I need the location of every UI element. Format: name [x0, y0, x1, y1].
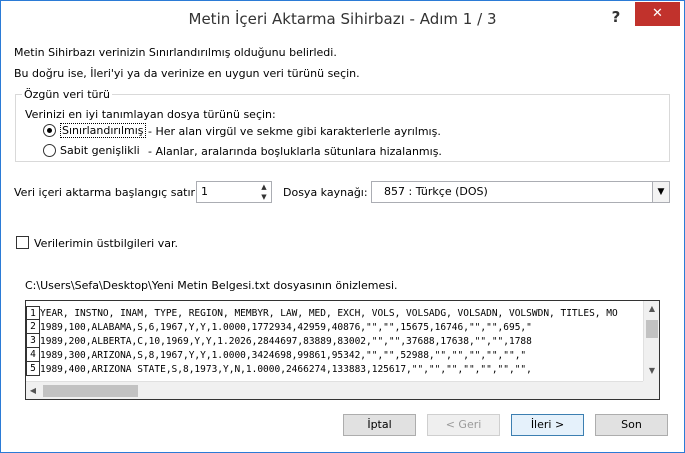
preview-pane[interactable]: 1 2 3 4 5 YEAR, INSTNO, INAM, TYPE, REGI… [25, 300, 660, 400]
delimited-description: - Her alan virgül ve sekme gibi karakter… [148, 125, 441, 138]
back-button[interactable]: < Geri [427, 414, 500, 436]
headers-checkbox-label[interactable]: Verilerimin üstbilgileri var. [34, 237, 178, 250]
next-button[interactable]: İleri > [511, 414, 584, 436]
preview-lines: YEAR, INSTNO, INAM, TYPE, REGION, MEMBYR… [40, 307, 643, 377]
text-import-wizard-dialog: Metin İçeri Aktarma Sihirbazı - Adım 1 /… [0, 0, 685, 453]
delimited-radio-label[interactable]: Sınırlandırılmış [60, 123, 146, 138]
preview-line: 1989,200,ALBERTA,C,10,1969,Y,Y,1.2026,28… [40, 336, 532, 347]
scroll-down-icon[interactable]: ▼ [644, 363, 659, 379]
start-row-spinner[interactable]: 1 ▲ ▼ [196, 181, 272, 203]
horizontal-scroll-thumb[interactable] [43, 385, 138, 397]
file-origin-label: Dosya kaynağı: [283, 186, 368, 199]
file-origin-dropdown[interactable]: 857 : Türkçe (DOS) ▼ [371, 181, 670, 203]
title-bar: Metin İçeri Aktarma Sihirbazı - Adım 1 /… [1, 1, 684, 37]
preview-line: YEAR, INSTNO, INAM, TYPE, REGION, MEMBYR… [40, 308, 618, 319]
chevron-down-icon[interactable]: ▼ [652, 182, 669, 202]
start-row-value: 1 [201, 185, 208, 198]
close-button[interactable]: ✕ [635, 2, 680, 26]
row-number: 2 [26, 320, 40, 334]
preview-horizontal-scrollbar[interactable]: ◀ [26, 381, 643, 399]
data-type-prompt: Verinizi en iyi tanımlayan dosya türünü … [25, 108, 276, 121]
preview-vertical-scrollbar[interactable]: ▲ ▼ [643, 301, 659, 381]
start-row-label: Veri içeri aktarma başlangıç satırı: [14, 186, 202, 199]
intro-line-2: Bu doğru ise, İleri'yi ya da verinize en… [14, 67, 360, 80]
headers-checkbox[interactable] [16, 236, 29, 249]
finish-button[interactable]: Son [595, 414, 668, 436]
scrollbar-corner [643, 381, 659, 399]
spin-down-icon[interactable]: ▼ [257, 192, 271, 202]
fixed-width-description: - Alanlar, aralarında boşluklarla sütunl… [148, 145, 442, 158]
preview-line: 1989,300,ARIZONA,S,8,1967,Y,Y,1.0000,342… [40, 350, 527, 361]
fixed-width-radio[interactable] [43, 144, 56, 157]
file-origin-value: 857 : Türkçe (DOS) [384, 185, 488, 198]
vertical-scroll-thumb[interactable] [646, 320, 658, 338]
fixed-width-radio-label[interactable]: Sabit genişlikli [60, 144, 140, 157]
dialog-title: Metin İçeri Aktarma Sihirbazı - Adım 1 /… [188, 10, 497, 28]
preview-line: 1989,400,ARIZONA STATE,S,8,1973,Y,N,1.00… [40, 364, 532, 375]
scroll-left-icon[interactable]: ◀ [26, 383, 40, 399]
preview-caption: C:\Users\Sefa\Desktop\Yeni Metin Belgesi… [25, 279, 398, 292]
close-icon: ✕ [652, 6, 663, 21]
cancel-button[interactable]: İptal [343, 414, 416, 436]
row-number: 3 [26, 334, 40, 348]
spin-up-icon[interactable]: ▲ [257, 182, 271, 192]
row-number: 4 [26, 348, 40, 362]
scroll-up-icon[interactable]: ▲ [644, 301, 659, 317]
delimited-radio[interactable] [43, 124, 56, 137]
preview-row-numbers: 1 2 3 4 5 [26, 306, 40, 376]
help-button[interactable]: ? [604, 5, 628, 29]
preview-line: 1989,100,ALABAMA,S,6,1967,Y,Y,1.0000,177… [40, 322, 532, 333]
row-number: 5 [26, 362, 40, 376]
intro-line-1: Metin Sihirbazı verinizin Sınırlandırılm… [14, 46, 337, 59]
data-type-group-label: Özgün veri türü [22, 88, 112, 101]
row-number: 1 [26, 306, 40, 320]
